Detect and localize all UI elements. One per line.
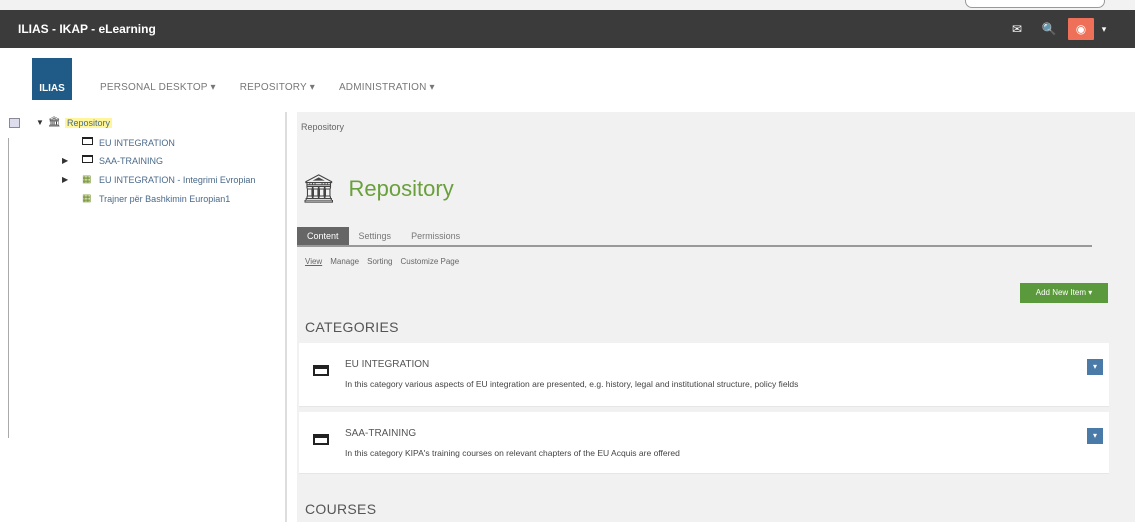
repository-icon: 🏛 — [48, 117, 61, 128]
tree-item-saa-training[interactable]: ▶ SAA-TRAINING — [62, 155, 163, 166]
tree-item-repository[interactable]: ▼ 🏛 Repository — [36, 117, 113, 128]
sidebar-rule — [8, 138, 9, 438]
tree-item-label[interactable]: EU INTEGRATION — [99, 138, 175, 148]
folder-icon — [313, 432, 329, 450]
tab-permissions[interactable]: Permissions — [401, 227, 470, 245]
actions-dropdown-icon[interactable]: ▾ — [1087, 428, 1103, 444]
tree-item-label[interactable]: EU INTEGRATION - Integrimi Evropian — [99, 175, 255, 185]
browser-pill — [965, 0, 1105, 8]
main-content: Repository 🏛 Repository Content Settings… — [297, 112, 1135, 522]
nav-repository[interactable]: REPOSITORY ▾ — [240, 82, 315, 93]
folder-icon — [82, 155, 96, 166]
main-nav: PERSONAL DESKTOP ▾ REPOSITORY ▾ ADMINIST… — [100, 82, 435, 93]
tab-bar: Content Settings Permissions — [297, 227, 1092, 247]
top-bar: ILIAS - IKAP - eLearning ✉ 🔍 ◉ ▾ — [0, 10, 1135, 48]
search-icon[interactable]: 🔍 — [1038, 18, 1060, 40]
card-description: In this category KIPA's training courses… — [345, 448, 680, 458]
card-description: In this category various aspects of EU i… — [345, 379, 799, 389]
collapsed-arrow-icon[interactable]: ▶ — [62, 156, 74, 165]
section-heading-categories: CATEGORIES — [305, 319, 399, 335]
caret-down-icon[interactable]: ▾ — [1096, 18, 1112, 40]
nav-administration[interactable]: ADMINISTRATION ▾ — [339, 82, 435, 93]
browser-strip — [0, 0, 1135, 10]
mail-icon[interactable]: ✉ — [1006, 18, 1028, 40]
actions-dropdown-icon[interactable]: ▾ — [1087, 359, 1103, 375]
collapsed-arrow-icon[interactable]: ▶ — [62, 175, 74, 184]
tree-item-eu-integration[interactable]: EU INTEGRATION — [82, 137, 175, 148]
tree-root-label[interactable]: Repository — [65, 117, 113, 128]
card-title[interactable]: SAA-TRAINING — [345, 428, 416, 439]
category-card: EU INTEGRATION In this category various … — [299, 343, 1109, 407]
subtab-manage[interactable]: Manage — [330, 257, 359, 266]
subtab-view[interactable]: View — [305, 257, 322, 266]
tree-item-trajner[interactable]: ▦ Trajner për Bashkimin Europian1 — [82, 193, 230, 204]
repository-icon: 🏛 — [301, 173, 337, 204]
tab-settings[interactable]: Settings — [349, 227, 402, 245]
expanded-arrow-icon[interactable]: ▼ — [36, 118, 48, 127]
subtab-bar: View Manage Sorting Customize Page — [305, 257, 459, 266]
category-card: SAA-TRAINING In this category KIPA's tra… — [299, 412, 1109, 474]
course-icon: ▦ — [82, 174, 92, 185]
card-title[interactable]: EU INTEGRATION — [345, 359, 429, 370]
tree-toggle-icon[interactable] — [9, 118, 20, 128]
tree-item-label[interactable]: SAA-TRAINING — [99, 156, 163, 166]
tab-content[interactable]: Content — [297, 227, 349, 245]
app-title[interactable]: ILIAS - IKAP - eLearning — [18, 22, 156, 36]
nav-personal-desktop[interactable]: PERSONAL DESKTOP ▾ — [100, 82, 216, 93]
ilias-logo[interactable]: ILIAS — [32, 58, 72, 100]
section-heading-courses: COURSES — [305, 501, 377, 517]
tree-item-label[interactable]: Trajner për Bashkimin Europian1 — [99, 194, 230, 204]
repository-tree-panel: ▼ 🏛 Repository EU INTEGRATION ▶ SAA-TRAI… — [0, 112, 287, 522]
subtab-customize-page[interactable]: Customize Page — [400, 257, 459, 266]
course-icon: ▦ — [82, 193, 92, 204]
folder-icon — [82, 137, 96, 148]
breadcrumb[interactable]: Repository — [301, 122, 344, 132]
subtab-sorting[interactable]: Sorting — [367, 257, 392, 266]
tree-item-eu-integration-course[interactable]: ▶ ▦ EU INTEGRATION - Integrimi Evropian — [62, 174, 255, 185]
page-header: 🏛 Repository — [301, 172, 454, 205]
user-icon[interactable]: ◉ — [1068, 18, 1094, 40]
folder-icon — [313, 363, 329, 381]
page-title: Repository — [348, 175, 454, 201]
add-new-item-button[interactable]: Add New Item ▾ — [1020, 283, 1108, 303]
header: ILIAS PERSONAL DESKTOP ▾ REPOSITORY ▾ AD… — [0, 48, 1135, 112]
